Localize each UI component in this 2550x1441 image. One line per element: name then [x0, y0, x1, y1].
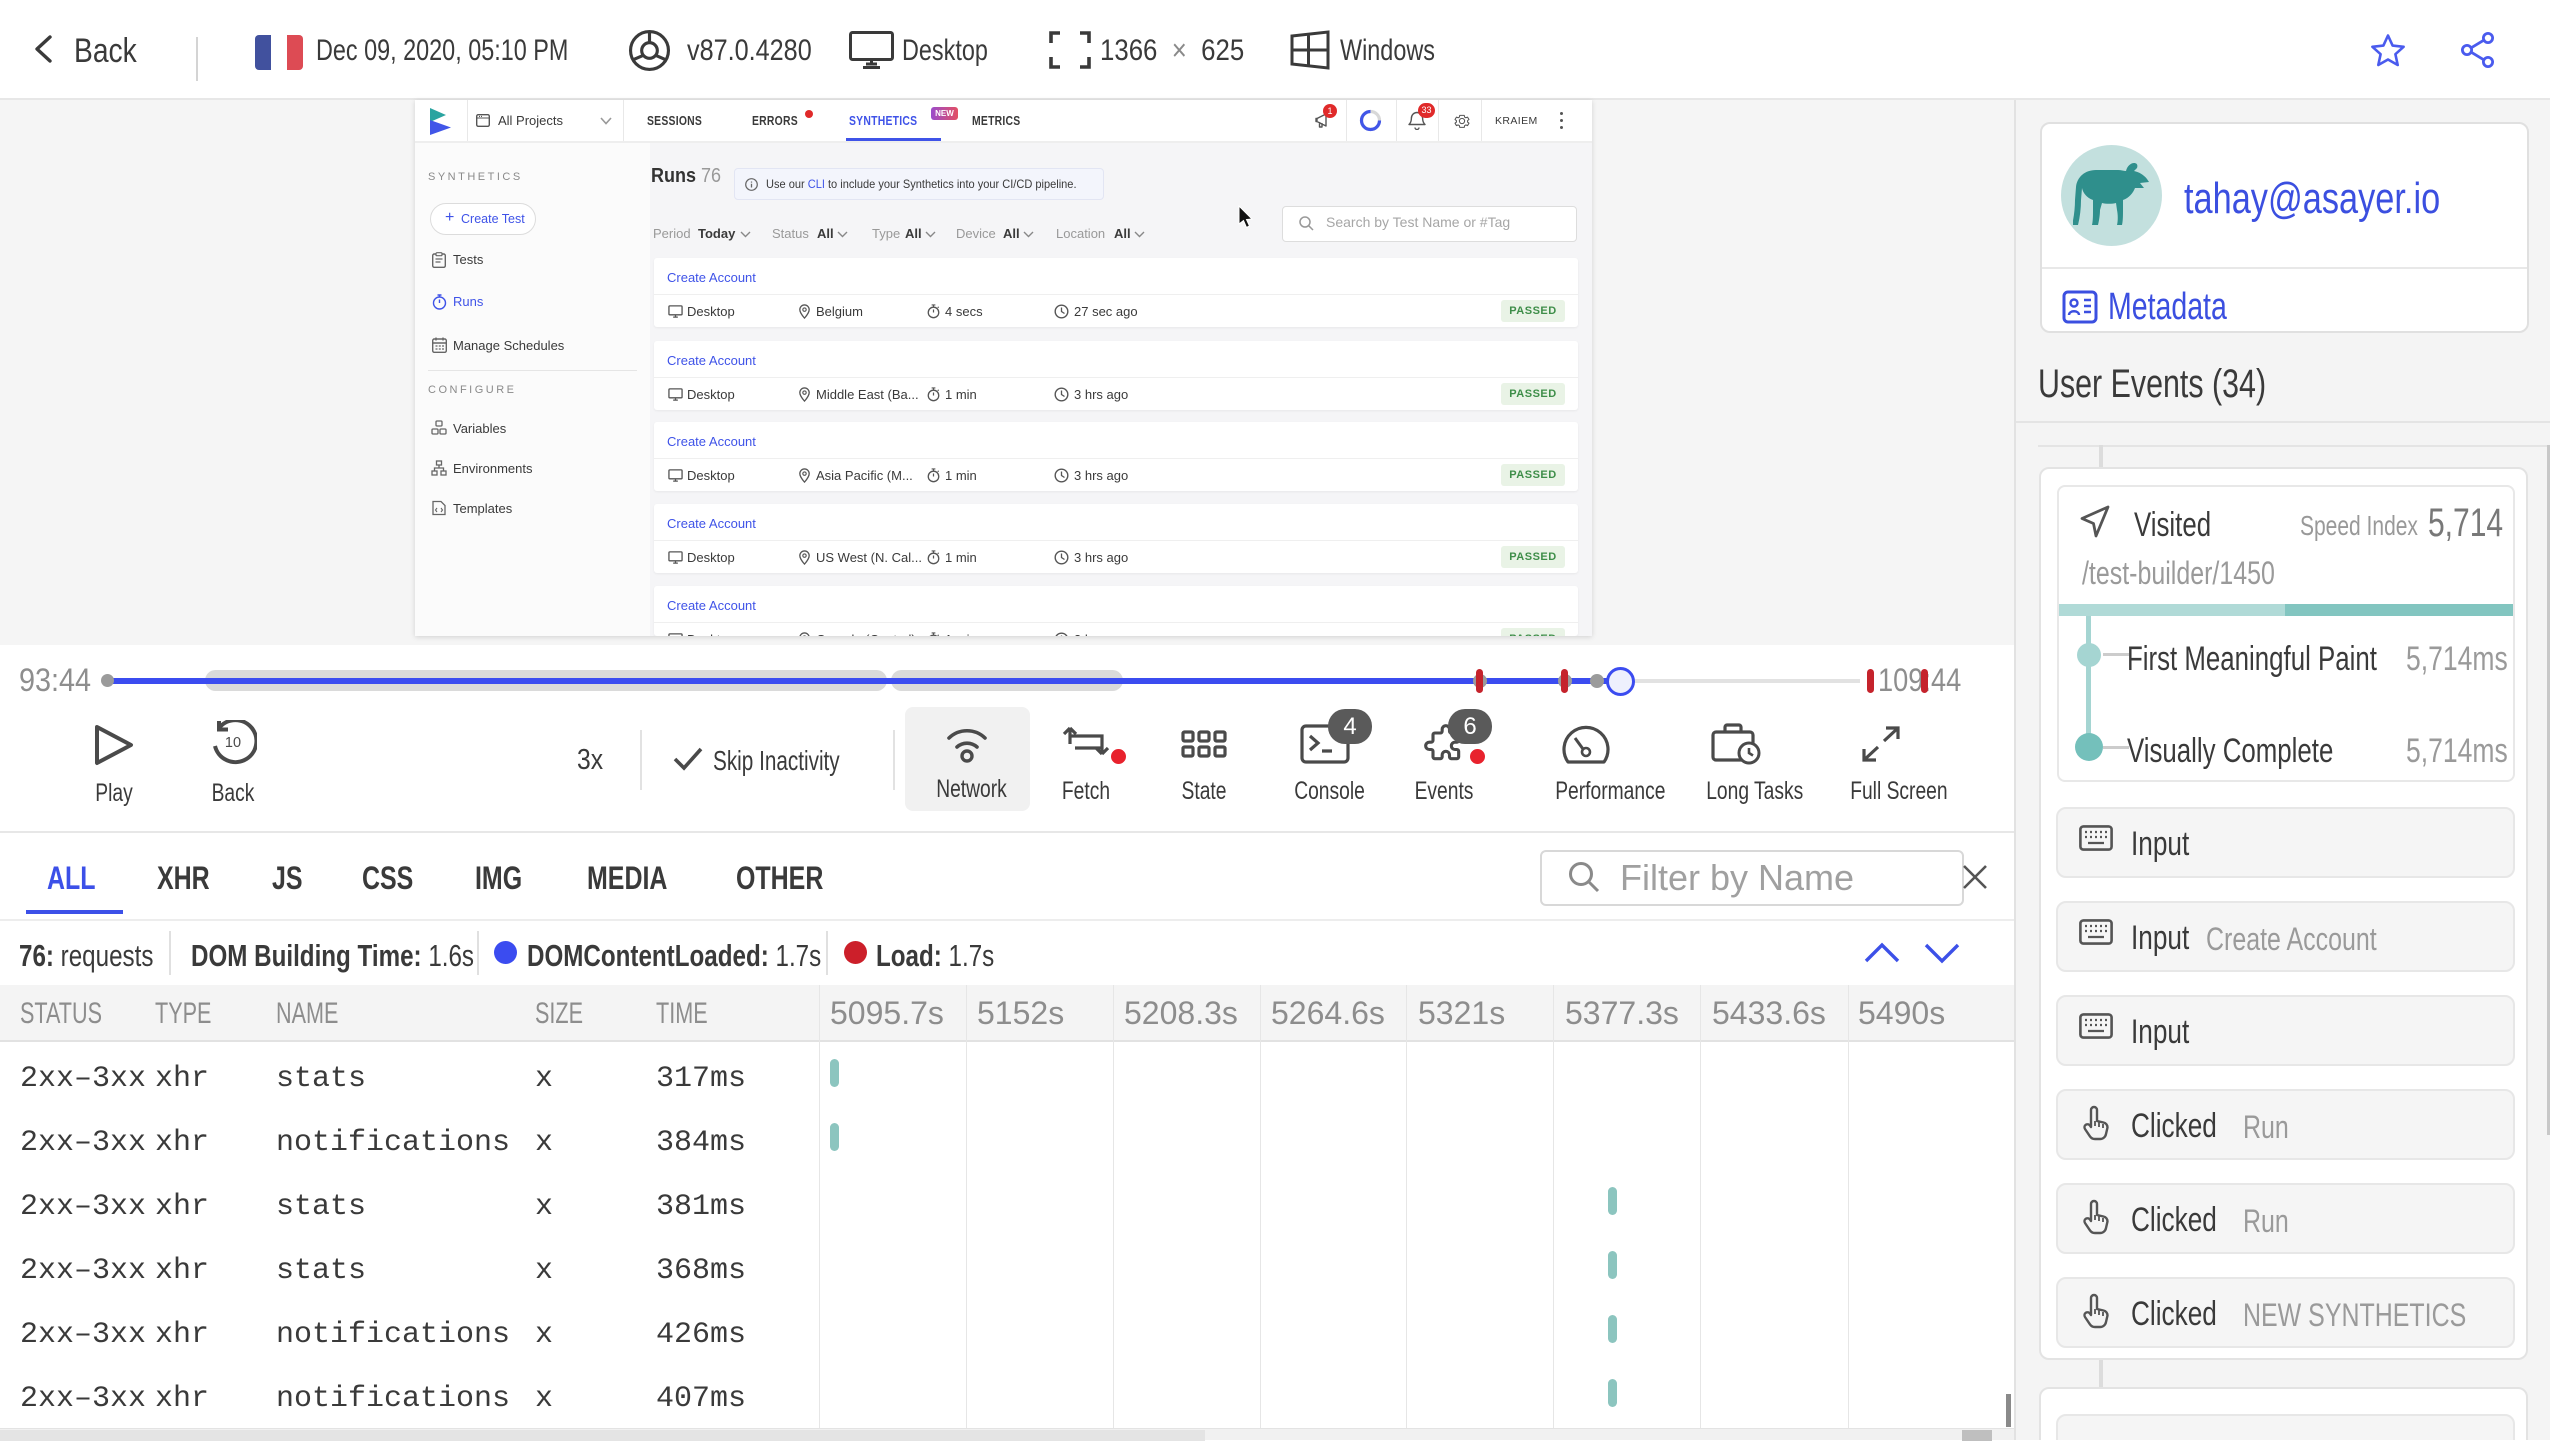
svg-text:10: 10 — [225, 735, 241, 751]
